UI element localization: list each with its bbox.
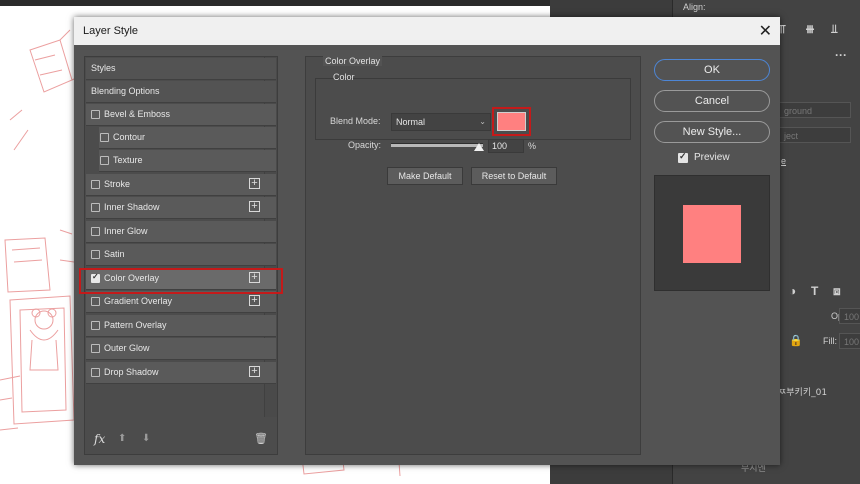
move-up-icon[interactable]: ⬆ — [118, 433, 126, 444]
style-item-stroke[interactable]: Stroke + — [86, 174, 276, 196]
outer-glow-label: Outer Glow — [104, 343, 150, 353]
gradient-overlay-checkbox[interactable] — [91, 297, 100, 306]
satin-label: Satin — [104, 249, 125, 259]
inner-glow-checkbox[interactable] — [91, 227, 100, 236]
pattern-overlay-checkbox[interactable] — [91, 321, 100, 330]
panel-link[interactable]: e — [781, 156, 786, 166]
style-item-inner-glow[interactable]: Inner Glow — [86, 221, 276, 243]
align-top-icon[interactable]: ⫪ — [779, 22, 786, 37]
inner-shadow-checkbox[interactable] — [91, 203, 100, 212]
layer-style-dialog: Layer Style ✕ Styles Blending Options Be… — [74, 17, 780, 465]
stroke-checkbox[interactable] — [91, 180, 100, 189]
bevel-emboss-label: Bevel & Emboss — [104, 109, 171, 119]
layer-opacity-field[interactable]: 100 — [839, 308, 860, 324]
drop-shadow-checkbox[interactable] — [91, 368, 100, 377]
preview-checkbox[interactable] — [678, 151, 688, 163]
preview-label: Preview — [694, 152, 730, 163]
bevel-emboss-checkbox[interactable] — [91, 110, 100, 119]
opacity-slider-track[interactable] — [391, 143, 483, 147]
contour-checkbox[interactable] — [100, 133, 109, 142]
opacity-slider-fill — [391, 144, 483, 147]
color-swatch-highlight — [492, 107, 531, 136]
texture-checkbox[interactable] — [100, 156, 109, 165]
gradient-overlay-label: Gradient Overlay — [104, 296, 173, 306]
dialog-title: Layer Style — [83, 25, 139, 37]
align-middle-icon[interactable]: ⧻ — [805, 22, 815, 36]
blend-mode-value: Normal — [396, 117, 426, 127]
align-label: Align: — [683, 2, 706, 12]
align-bottom-icon[interactable]: ⫫ — [831, 22, 838, 37]
stroke-label: Stroke — [104, 179, 131, 189]
satin-checkbox[interactable] — [91, 250, 100, 259]
move-down-icon[interactable]: ⬇ — [142, 433, 150, 444]
color-overlay-section-title: Color Overlay — [323, 56, 383, 66]
style-item-drop-shadow[interactable]: Drop Shadow + — [86, 362, 276, 384]
make-default-button[interactable]: Make Default — [387, 167, 463, 185]
overlay-color-swatch[interactable] — [497, 112, 526, 131]
blending-options-item[interactable]: Blending Options — [86, 81, 276, 103]
styles-list: Styles Blending Options Bevel & Emboss C… — [84, 56, 278, 455]
drop-shadow-label: Drop Shadow — [104, 367, 159, 377]
opacity-input[interactable]: 100 — [488, 139, 524, 153]
inner-glow-label: Inner Glow — [104, 226, 148, 236]
outer-glow-checkbox[interactable] — [91, 344, 100, 353]
styles-list-toolbar: fx ⬆ ⬇ 🗑 — [86, 429, 276, 453]
chevron-down-icon: ⌄ — [479, 117, 486, 126]
inner-shadow-label: Inner Shadow — [104, 202, 160, 212]
blending-options-label: Blending Options — [91, 86, 160, 96]
panel-field-ground[interactable]: ground — [779, 102, 851, 118]
blend-mode-select[interactable]: Normal ⌄ — [391, 113, 491, 131]
close-icon[interactable]: ✕ — [759, 21, 772, 41]
style-item-bevel-emboss[interactable]: Bevel & Emboss — [86, 104, 276, 126]
new-style-button[interactable]: New Style... — [654, 121, 770, 143]
style-item-contour[interactable]: Contour — [99, 127, 276, 149]
opacity-slider-thumb[interactable] — [474, 143, 484, 151]
gradient-overlay-add-icon[interactable]: + — [249, 295, 260, 306]
type-tool-icon[interactable]: T — [811, 284, 818, 298]
style-item-satin[interactable]: Satin — [86, 244, 276, 266]
style-item-outer-glow[interactable]: Outer Glow — [86, 338, 276, 360]
style-preview — [654, 175, 770, 291]
transform-icon[interactable]: ⧈ — [833, 284, 841, 299]
more-options-icon[interactable]: ··· — [835, 48, 847, 62]
dialog-titlebar[interactable]: Layer Style ✕ — [74, 17, 780, 45]
preview-swatch — [683, 205, 741, 263]
styles-header-item[interactable]: Styles — [86, 58, 276, 80]
ok-button[interactable]: OK — [654, 59, 770, 81]
cancel-button[interactable]: Cancel — [654, 90, 770, 112]
color-overlay-highlight — [79, 268, 283, 294]
styles-header-label: Styles — [91, 63, 116, 73]
adjustment-icon[interactable]: ◑ — [789, 284, 796, 298]
color-overlay-panel: Color Overlay Color Blend Mode: Normal ⌄… — [305, 56, 641, 455]
style-item-inner-shadow[interactable]: Inner Shadow + — [86, 197, 276, 219]
layer-name[interactable]: ㅉ부키키_01 — [778, 385, 827, 398]
fx-icon[interactable]: fx — [94, 432, 105, 446]
drop-shadow-add-icon[interactable]: + — [249, 366, 260, 377]
layer-fill-field[interactable]: 100 — [839, 333, 860, 349]
opacity-label: Opacity: — [348, 140, 382, 150]
blend-mode-label: Blend Mode: — [330, 116, 381, 126]
style-item-gradient-overlay[interactable]: Gradient Overlay + — [86, 291, 276, 313]
lock-icon[interactable]: 🔒 — [789, 334, 803, 347]
opacity-unit: % — [528, 141, 537, 151]
inner-shadow-add-icon[interactable]: + — [249, 201, 260, 212]
reset-to-default-button[interactable]: Reset to Default — [471, 167, 557, 185]
color-group-title: Color — [333, 72, 355, 82]
contour-label: Contour — [113, 132, 146, 142]
stroke-add-icon[interactable]: + — [249, 178, 260, 189]
style-item-pattern-overlay[interactable]: Pattern Overlay — [86, 315, 276, 337]
style-item-texture[interactable]: Texture — [99, 150, 276, 172]
fill-label: Fill: — [823, 336, 837, 346]
trash-icon[interactable]: 🗑 — [254, 432, 268, 445]
texture-label: Texture — [113, 155, 143, 165]
pattern-overlay-label: Pattern Overlay — [104, 320, 167, 330]
panel-field-ject[interactable]: ject — [779, 127, 851, 143]
